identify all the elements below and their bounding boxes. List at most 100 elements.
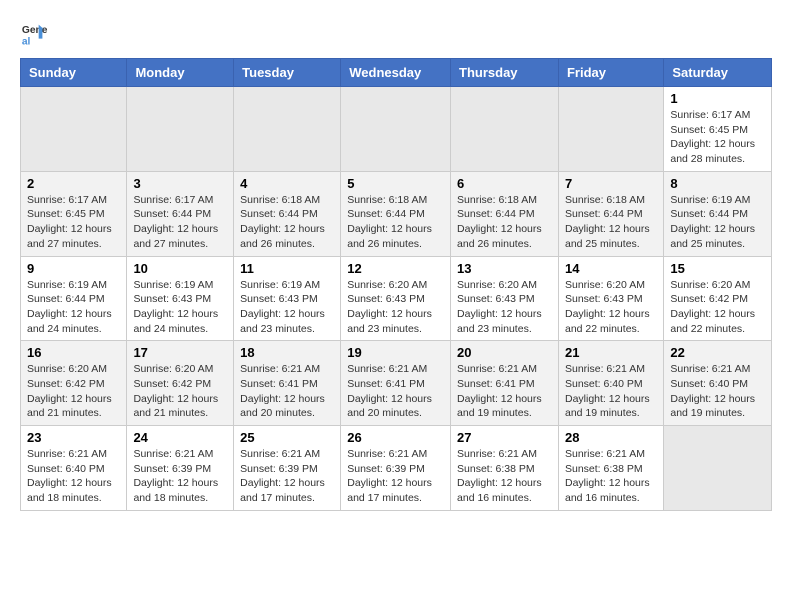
- day-info: Sunrise: 6:18 AM Sunset: 6:44 PM Dayligh…: [240, 193, 334, 252]
- day-number: 5: [347, 176, 444, 191]
- calendar-cell: 24 Sunrise: 6:21 AM Sunset: 6:39 PM Dayli…: [127, 426, 234, 511]
- day-info: Sunrise: 6:21 AM Sunset: 6:40 PM Dayligh…: [27, 447, 120, 506]
- calendar-cell: 28 Sunrise: 6:21 AM Sunset: 6:38 PM Dayli…: [558, 426, 663, 511]
- day-number: 25: [240, 430, 334, 445]
- weekday-header-sunday: Sunday: [21, 59, 127, 87]
- day-number: 2: [27, 176, 120, 191]
- calendar-cell: [451, 87, 559, 172]
- day-number: 3: [133, 176, 227, 191]
- calendar-cell: 18Sunrise: 6:21 AM Sunset: 6:41 PM Dayli…: [234, 341, 341, 426]
- calendar-cell: 12Sunrise: 6:20 AM Sunset: 6:43 PM Dayli…: [341, 256, 451, 341]
- day-info: Sunrise: 6:21 AM Sunset: 6:40 PM Dayligh…: [565, 362, 657, 421]
- logo-icon: Gener al: [20, 20, 48, 48]
- calendar-cell: 11 Sunrise: 6:19 AM Sunset: 6:43 PM Dayli…: [234, 256, 341, 341]
- calendar-cell: 25 Sunrise: 6:21 AM Sunset: 6:39 PM Dayli…: [234, 426, 341, 511]
- calendar-cell: [127, 87, 234, 172]
- day-number: 7: [565, 176, 657, 191]
- day-info: Sunrise: 6:21 AM Sunset: 6:38 PM Dayligh…: [457, 447, 552, 506]
- day-info: Sunrise: 6:21 AM Sunset: 6:40 PM Dayligh…: [670, 362, 765, 421]
- calendar-cell: 23 Sunrise: 6:21 AM Sunset: 6:40 PM Dayli…: [21, 426, 127, 511]
- day-info: Sunrise: 6:21 AM Sunset: 6:38 PM Dayligh…: [565, 447, 657, 506]
- day-number: 13: [457, 261, 552, 276]
- weekday-header-monday: Monday: [127, 59, 234, 87]
- calendar-cell: 3 Sunrise: 6:17 AM Sunset: 6:44 PM Daylig…: [127, 171, 234, 256]
- day-info: Sunrise: 6:20 AM Sunset: 6:43 PM Dayligh…: [565, 278, 657, 337]
- day-number: 21: [565, 345, 657, 360]
- day-info: Sunrise: 6:21 AM Sunset: 6:39 PM Dayligh…: [347, 447, 444, 506]
- day-number: 27: [457, 430, 552, 445]
- day-info: Sunrise: 6:20 AM Sunset: 6:43 PM Dayligh…: [457, 278, 552, 337]
- calendar-cell: 4Sunrise: 6:18 AM Sunset: 6:44 PM Daylig…: [234, 171, 341, 256]
- weekday-header-tuesday: Tuesday: [234, 59, 341, 87]
- day-info: Sunrise: 6:18 AM Sunset: 6:44 PM Dayligh…: [565, 193, 657, 252]
- day-info: Sunrise: 6:17 AM Sunset: 6:45 PM Dayligh…: [670, 108, 765, 167]
- calendar-cell: [664, 426, 772, 511]
- calendar-cell: 26Sunrise: 6:21 AM Sunset: 6:39 PM Dayli…: [341, 426, 451, 511]
- day-info: Sunrise: 6:20 AM Sunset: 6:42 PM Dayligh…: [27, 362, 120, 421]
- day-number: 15: [670, 261, 765, 276]
- page-header: Gener al: [20, 20, 772, 48]
- day-number: 10: [133, 261, 227, 276]
- calendar-cell: 27 Sunrise: 6:21 AM Sunset: 6:38 PM Dayli…: [451, 426, 559, 511]
- day-info: Sunrise: 6:17 AM Sunset: 6:45 PM Dayligh…: [27, 193, 120, 252]
- calendar-cell: 5Sunrise: 6:18 AM Sunset: 6:44 PM Daylig…: [341, 171, 451, 256]
- day-info: Sunrise: 6:21 AM Sunset: 6:41 PM Dayligh…: [347, 362, 444, 421]
- week-row-4: 16 Sunrise: 6:20 AM Sunset: 6:42 PM Dayli…: [21, 341, 772, 426]
- day-info: Sunrise: 6:19 AM Sunset: 6:43 PM Dayligh…: [240, 278, 334, 337]
- calendar-cell: 1 Sunrise: 6:17 AM Sunset: 6:45 PM Daylig…: [664, 87, 772, 172]
- day-number: 9: [27, 261, 120, 276]
- day-number: 16: [27, 345, 120, 360]
- day-info: Sunrise: 6:20 AM Sunset: 6:43 PM Dayligh…: [347, 278, 444, 337]
- day-info: Sunrise: 6:19 AM Sunset: 6:44 PM Dayligh…: [27, 278, 120, 337]
- day-number: 23: [27, 430, 120, 445]
- day-number: 24: [133, 430, 227, 445]
- day-number: 22: [670, 345, 765, 360]
- calendar-cell: [558, 87, 663, 172]
- calendar-cell: 2 Sunrise: 6:17 AM Sunset: 6:45 PM Daylig…: [21, 171, 127, 256]
- calendar-cell: 16 Sunrise: 6:20 AM Sunset: 6:42 PM Dayli…: [21, 341, 127, 426]
- week-row-3: 9 Sunrise: 6:19 AM Sunset: 6:44 PM Daylig…: [21, 256, 772, 341]
- weekday-header-thursday: Thursday: [451, 59, 559, 87]
- calendar-cell: [21, 87, 127, 172]
- calendar-cell: 21 Sunrise: 6:21 AM Sunset: 6:40 PM Dayli…: [558, 341, 663, 426]
- calendar-cell: 19 Sunrise: 6:21 AM Sunset: 6:41 PM Dayli…: [341, 341, 451, 426]
- day-info: Sunrise: 6:21 AM Sunset: 6:41 PM Dayligh…: [240, 362, 334, 421]
- calendar-table: SundayMondayTuesdayWednesdayThursdayFrid…: [20, 58, 772, 511]
- calendar-cell: 10Sunrise: 6:19 AM Sunset: 6:43 PM Dayli…: [127, 256, 234, 341]
- week-row-5: 23 Sunrise: 6:21 AM Sunset: 6:40 PM Dayli…: [21, 426, 772, 511]
- day-info: Sunrise: 6:21 AM Sunset: 6:41 PM Dayligh…: [457, 362, 552, 421]
- svg-text:al: al: [22, 36, 31, 47]
- weekday-header-wednesday: Wednesday: [341, 59, 451, 87]
- calendar-cell: 22 Sunrise: 6:21 AM Sunset: 6:40 PM Dayli…: [664, 341, 772, 426]
- day-number: 28: [565, 430, 657, 445]
- calendar-cell: 8 Sunrise: 6:19 AM Sunset: 6:44 PM Daylig…: [664, 171, 772, 256]
- calendar-cell: 15 Sunrise: 6:20 AM Sunset: 6:42 PM Dayli…: [664, 256, 772, 341]
- day-number: 17: [133, 345, 227, 360]
- day-number: 8: [670, 176, 765, 191]
- calendar-cell: 14Sunrise: 6:20 AM Sunset: 6:43 PM Dayli…: [558, 256, 663, 341]
- day-info: Sunrise: 6:18 AM Sunset: 6:44 PM Dayligh…: [457, 193, 552, 252]
- calendar-cell: [341, 87, 451, 172]
- calendar-cell: 17 Sunrise: 6:20 AM Sunset: 6:42 PM Dayli…: [127, 341, 234, 426]
- day-info: Sunrise: 6:20 AM Sunset: 6:42 PM Dayligh…: [133, 362, 227, 421]
- week-row-1: 1 Sunrise: 6:17 AM Sunset: 6:45 PM Daylig…: [21, 87, 772, 172]
- day-info: Sunrise: 6:21 AM Sunset: 6:39 PM Dayligh…: [133, 447, 227, 506]
- logo: Gener al: [20, 20, 52, 48]
- weekday-header-row: SundayMondayTuesdayWednesdayThursdayFrid…: [21, 59, 772, 87]
- day-number: 1: [670, 91, 765, 106]
- calendar-cell: 6 Sunrise: 6:18 AM Sunset: 6:44 PM Daylig…: [451, 171, 559, 256]
- svg-text:Gener: Gener: [22, 25, 48, 36]
- day-info: Sunrise: 6:17 AM Sunset: 6:44 PM Dayligh…: [133, 193, 227, 252]
- day-number: 6: [457, 176, 552, 191]
- day-info: Sunrise: 6:19 AM Sunset: 6:44 PM Dayligh…: [670, 193, 765, 252]
- day-number: 11: [240, 261, 334, 276]
- calendar-cell: 9 Sunrise: 6:19 AM Sunset: 6:44 PM Daylig…: [21, 256, 127, 341]
- day-info: Sunrise: 6:20 AM Sunset: 6:42 PM Dayligh…: [670, 278, 765, 337]
- calendar-cell: 13 Sunrise: 6:20 AM Sunset: 6:43 PM Dayli…: [451, 256, 559, 341]
- day-number: 19: [347, 345, 444, 360]
- day-info: Sunrise: 6:21 AM Sunset: 6:39 PM Dayligh…: [240, 447, 334, 506]
- weekday-header-saturday: Saturday: [664, 59, 772, 87]
- week-row-2: 2 Sunrise: 6:17 AM Sunset: 6:45 PM Daylig…: [21, 171, 772, 256]
- day-number: 20: [457, 345, 552, 360]
- calendar-cell: 7 Sunrise: 6:18 AM Sunset: 6:44 PM Daylig…: [558, 171, 663, 256]
